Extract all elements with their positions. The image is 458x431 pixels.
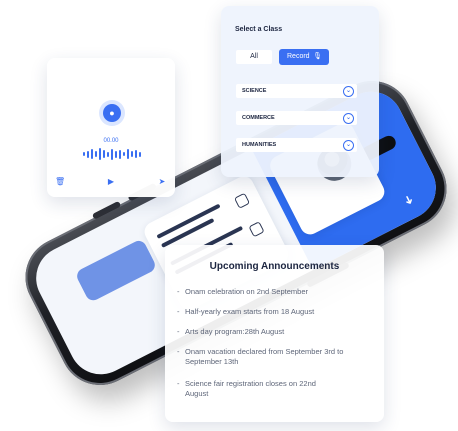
play-icon[interactable]: ▶ [106, 177, 116, 187]
class-option-label: SCIENCE [242, 88, 267, 94]
phone-icon[interactable] [233, 192, 251, 209]
announcements-title: Upcoming Announcements [209, 261, 340, 272]
announcement-text: Arts day program:28th August [185, 327, 285, 336]
audio-waveform [83, 148, 143, 160]
tab-record[interactable]: Record 🎙 [279, 49, 329, 65]
class-option-label: COMMERCE [242, 115, 275, 121]
recording-timer: 00.00 [103, 138, 119, 144]
announcement-text: Half-yearly exam starts from 18 August [185, 307, 315, 316]
class-option-humanities[interactable]: HUMANITIES ⌄ [236, 138, 357, 152]
chevron-down-icon: ⌄ [343, 113, 354, 124]
announcement-text: Science fair registration closes on 22nd… [185, 379, 316, 398]
class-option-label: HUMANITIES [242, 142, 277, 148]
chevron-down-icon: ⌄ [343, 86, 354, 97]
select-class-card: Select a Class All Record 🎙 SCIENCE ⌄ CO… [221, 6, 379, 177]
tab-record-label: Record [287, 53, 310, 60]
microphone-icon: ● [103, 104, 121, 122]
send-icon[interactable]: ➤ [157, 177, 167, 187]
announcement-item: - Onam celebration on 2nd September [177, 287, 374, 297]
voice-recorder-card: ● 00.00 🗑 ▶ ➤ [47, 58, 175, 197]
trash-icon[interactable]: 🗑 [55, 177, 65, 187]
announcement-item: - Onam vacation declared from September 3… [177, 347, 364, 367]
announcement-item: - Arts day program:28th August [177, 327, 374, 337]
announcements-card: Upcoming Announcements - Onam celebration… [165, 245, 384, 422]
screen-action-button[interactable] [74, 238, 158, 303]
announcement-item: - Science fair registration closes on 22n… [177, 379, 329, 399]
chevron-down-icon: ⌄ [343, 140, 354, 151]
announcement-text: Onam celebration on 2nd September [185, 287, 308, 296]
record-button[interactable]: ● [99, 100, 125, 126]
tab-all[interactable]: All [236, 50, 272, 64]
microphone-icon: 🎙 [313, 53, 322, 60]
email-icon[interactable] [248, 221, 265, 238]
class-option-science[interactable]: SCIENCE ⌄ [236, 84, 357, 98]
class-option-commerce[interactable]: COMMERCE ⌄ [236, 111, 357, 125]
announcement-item: - Half-yearly exam starts from 18 August [177, 307, 374, 317]
announcement-text: Onam vacation declared from September 3r… [185, 347, 344, 366]
select-class-title: Select a Class [235, 26, 283, 33]
